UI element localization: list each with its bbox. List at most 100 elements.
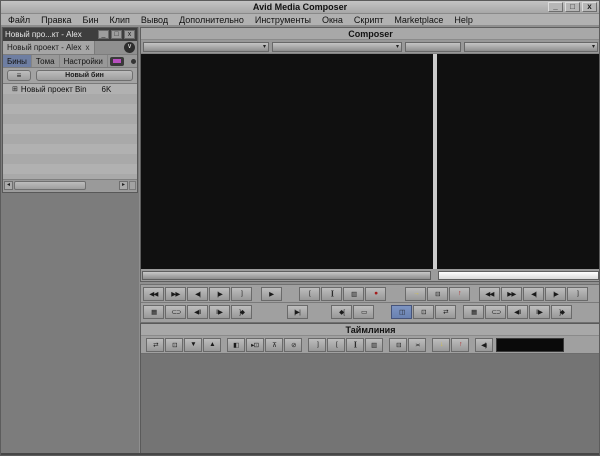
lift-button[interactable]: ↑ [449, 286, 470, 301]
extract-button[interactable]: ⊟ [427, 286, 448, 301]
play-button[interactable]: ▶ [261, 286, 282, 301]
gang-button[interactable]: ⊂⊃ [165, 305, 186, 319]
source-tracking-menu[interactable]: ▾ [272, 41, 402, 52]
segment-overwrite-button[interactable]: ▼ [184, 337, 202, 352]
menu-bin[interactable]: Бин [83, 15, 99, 25]
maximize-button[interactable]: □ [565, 2, 580, 12]
source-position-bar[interactable] [142, 270, 431, 280]
mark-clip-button[interactable]: ][ [321, 286, 342, 301]
bin-list-item[interactable]: ⊞ Новый проект Bin 6K [3, 84, 137, 94]
menu-script[interactable]: Скрипт [354, 15, 383, 25]
project-minimize-button[interactable]: _ [98, 30, 109, 39]
video-quality-right-button[interactable]: ▦ [463, 305, 484, 319]
menu-tools[interactable]: Инструменты [255, 15, 311, 25]
play-button-glyph: ▶ [269, 290, 274, 298]
timeline-mark-in-button[interactable]: [ [327, 337, 345, 352]
trim-a-side-button[interactable]: ◀‖ [187, 305, 208, 319]
motion-effect-button[interactable]: ▸⊡ [246, 337, 264, 352]
timeline-mark-out-button[interactable]: ] [308, 337, 326, 352]
video-quality-button[interactable]: ▦ [143, 305, 164, 319]
project-maximize-button[interactable]: □ [111, 30, 122, 39]
add-edit-button[interactable]: ▭ [353, 305, 374, 319]
mark-in-button[interactable]: [ [299, 286, 320, 301]
play-to-out-button[interactable]: ▥ [343, 286, 364, 301]
menu-advanced[interactable]: Дополнительно [179, 15, 244, 25]
step-forward-button[interactable]: |▶ [209, 286, 230, 301]
go-to-out-button[interactable]: ]◆ [231, 305, 252, 319]
splice-in-button[interactable]: → [405, 286, 426, 301]
tab-close-icon[interactable]: x [86, 43, 90, 52]
bins-menu-button[interactable]: ≡ [7, 70, 31, 81]
bin-list-hscrollbar[interactable]: ◂ ▸ [3, 179, 137, 191]
close-button[interactable]: x [582, 2, 597, 12]
scroll-right-icon[interactable]: ▸ [119, 181, 128, 190]
project-tab[interactable]: Новый проект - Alex x [3, 41, 95, 54]
red-arrow-tool-button[interactable]: ↑ [451, 337, 469, 352]
menu-edit[interactable]: Правка [41, 15, 71, 25]
record-tracking-menu[interactable]: ▾ [464, 41, 598, 52]
record-monitor[interactable] [437, 54, 599, 269]
menu-clip[interactable]: Клип [109, 15, 129, 25]
segment-splice-button-glyph: ▲ [209, 341, 216, 348]
tab-bins[interactable]: Бины [3, 55, 32, 67]
mark-out-right-button[interactable]: ] [567, 286, 588, 301]
source-clip-menu[interactable]: ▾ [143, 41, 269, 52]
record-button[interactable]: ● [365, 286, 386, 301]
quick-menu-icon[interactable]: ∨ [124, 42, 135, 53]
audio-monitor-button[interactable]: ◀) [475, 337, 493, 352]
record-position-bar[interactable] [438, 270, 599, 280]
fast-menu-icon[interactable] [109, 56, 124, 66]
play-in-to-out-button[interactable]: |▶| [287, 305, 308, 319]
go-to-out-right-button[interactable]: ]◆ [551, 305, 572, 319]
trim-b-side-button[interactable]: ‖▶ [209, 305, 230, 319]
bin-icon: ⊞ [12, 86, 18, 93]
rewind-right-button[interactable]: ◀◀ [479, 286, 500, 301]
step-forward-right-button[interactable]: |▶ [545, 286, 566, 301]
source-monitor[interactable] [141, 54, 433, 269]
timeline-extract-button[interactable]: ⊟ [389, 337, 407, 352]
step-backward-button[interactable]: ◀| [187, 286, 208, 301]
remove-effect-button[interactable]: ⊘ [284, 337, 302, 352]
menu-windows[interactable]: Окна [322, 15, 343, 25]
step-backward-right-button[interactable]: ◀| [523, 286, 544, 301]
menu-file[interactable]: Файл [8, 15, 30, 25]
composer-title: Composer [348, 29, 393, 39]
gang-right-button[interactable]: ⊂⊃ [485, 305, 506, 319]
project-close-button[interactable]: x [124, 30, 135, 39]
yellow-arrow-tool-button[interactable]: ↓ [432, 337, 450, 352]
minimize-button[interactable]: _ [548, 2, 563, 12]
tab-settings[interactable]: Настройки [60, 55, 108, 67]
mark-out-button[interactable]: ] [231, 286, 252, 301]
trim-rollers-button[interactable]: ≍ [408, 337, 426, 352]
scrollbar-thumb[interactable] [14, 181, 86, 190]
new-bin-button[interactable]: Новый бин [36, 70, 133, 81]
scroll-left-icon[interactable]: ◂ [4, 181, 13, 190]
effect-mode-button-glyph: ◧ [233, 341, 239, 349]
render-effect-button[interactable]: ⊼ [265, 337, 283, 352]
go-to-in-button[interactable]: ◆[ [331, 305, 352, 319]
timeline-segment-mode-button[interactable]: ⊡ [165, 337, 183, 352]
fast-forward-button[interactable]: ▶▶ [165, 286, 186, 301]
subtab-overflow-icon[interactable] [131, 58, 136, 64]
timeline-trim-mode-button[interactable]: ⇄ [146, 337, 164, 352]
timeline-body[interactable] [141, 354, 599, 454]
tab-volumes[interactable]: Тома [32, 55, 60, 67]
effect-mode-button[interactable]: ◧ [227, 337, 245, 352]
clear-marks-button[interactable]: ▥ [365, 337, 383, 352]
record-timecode-field[interactable] [405, 41, 461, 52]
segment-mode-button[interactable]: ⊡ [413, 305, 434, 319]
rewind-button[interactable]: ◀◀ [143, 286, 164, 301]
timeline-mark-clip-button[interactable]: ][ [346, 337, 364, 352]
trim-a-side-right-button[interactable]: ◀‖ [507, 305, 528, 319]
resize-grip[interactable] [129, 181, 136, 190]
menu-output[interactable]: Вывод [141, 15, 168, 25]
fast-menu-glyph-bar [112, 59, 121, 63]
toggle-source-record-button[interactable]: ◫ [391, 305, 412, 319]
menu-marketplace[interactable]: Marketplace [394, 15, 443, 25]
menu-help[interactable]: Help [454, 15, 473, 25]
trim-b-side-right-button[interactable]: ‖▶ [529, 305, 550, 319]
timeline-mark-clip-button-glyph: ][ [354, 341, 357, 348]
fast-forward-right-button[interactable]: ▶▶ [501, 286, 522, 301]
trim-mode-button[interactable]: ⇄ [435, 305, 456, 319]
segment-splice-button[interactable]: ▲ [203, 337, 221, 352]
